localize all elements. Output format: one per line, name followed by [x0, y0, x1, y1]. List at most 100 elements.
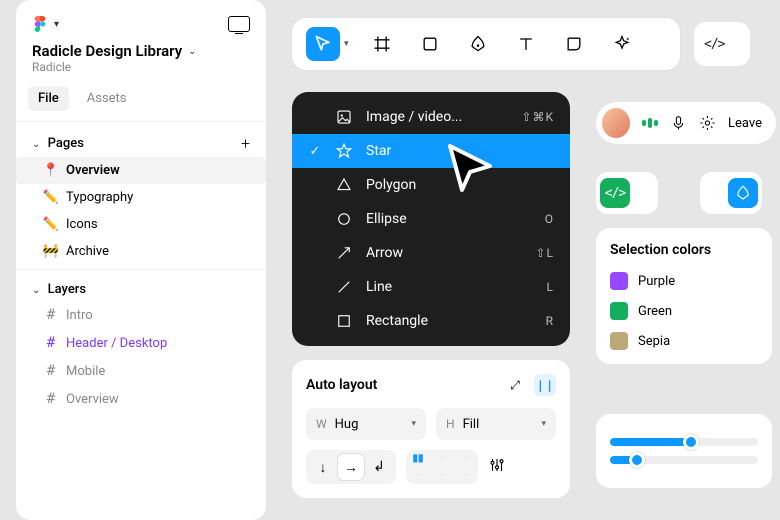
menu-item-rectangle[interactable]: ✓ Rectangle R [292, 304, 570, 338]
menu-shortcut: O [545, 212, 554, 226]
slider-fill [610, 438, 691, 446]
arrow-icon [334, 244, 354, 262]
color-name: Purple [638, 274, 675, 289]
menu-label: Polygon [366, 177, 542, 193]
slider[interactable] [610, 438, 758, 446]
layer-item[interactable]: # Overview [16, 385, 266, 413]
chat-icon [564, 34, 584, 54]
frame-tool[interactable] [365, 27, 399, 61]
page-label: Archive [66, 244, 109, 259]
menu-shortcut: R [546, 314, 554, 328]
leave-button[interactable]: Leave [728, 116, 762, 131]
menu-label: Arrow [366, 245, 523, 261]
layer-item[interactable]: # Mobile [16, 357, 266, 385]
menu-item-arrow[interactable]: ✓ Arrow ⇧L [292, 236, 570, 270]
direction-vertical[interactable]: ↓ [310, 454, 336, 480]
avatar[interactable] [602, 108, 630, 138]
alignment-grid[interactable]: ▮▮•• ••• [406, 450, 478, 484]
layer-label: Mobile [66, 364, 105, 379]
ellipse-icon [334, 210, 354, 228]
menu-label: Rectangle [366, 313, 534, 329]
menu-item-image[interactable]: ✓ Image / video... ⇧⌘K [292, 100, 570, 134]
menu-shortcut: ⇧⌘K [521, 110, 554, 124]
chevron-down-icon[interactable]: ⌄ [188, 46, 196, 57]
direction-wrap[interactable]: ↲ [366, 454, 392, 480]
direction-group: ↓ → ↲ [306, 450, 396, 484]
shape-dropdown: ✓ Image / video... ⇧⌘K ✓ Star ✓ Polygon … [292, 92, 570, 346]
height-select[interactable]: H Fill ▾ [436, 408, 556, 440]
selection-colors-panel: Selection colors Purple Green Sepia [596, 228, 772, 364]
page-item[interactable]: ✏️ Typography [16, 184, 266, 211]
height-value: Fill [463, 417, 480, 432]
menu-item-line[interactable]: ✓ Line L [292, 270, 570, 304]
add-page-button[interactable]: + [241, 134, 250, 153]
menu-shortcut: L [547, 280, 554, 294]
width-value: Hug [335, 417, 359, 432]
menu-item-polygon[interactable]: ✓ Polygon [292, 168, 570, 202]
dev-mode-chip[interactable]: </> [596, 172, 658, 214]
color-row[interactable]: Purple [610, 266, 758, 296]
star-icon [334, 142, 354, 160]
direction-horizontal[interactable]: → [338, 454, 364, 480]
page-item[interactable]: ✏️ Icons [16, 211, 266, 238]
chevron-down-icon[interactable]: ⌄ [32, 139, 40, 150]
microphone-icon[interactable] [670, 114, 687, 132]
layer-item[interactable]: # Header / Desktop [16, 329, 266, 357]
layer-label: Overview [66, 392, 119, 407]
page-item[interactable]: 📍 Overview [16, 157, 266, 184]
slider-knob[interactable] [683, 434, 699, 450]
comment-tool[interactable] [557, 27, 591, 61]
dev-mode-toggle[interactable]: </> [694, 22, 750, 66]
layers-heading: Layers [48, 282, 86, 297]
sparkle-icon [612, 34, 632, 54]
color-swatch [610, 302, 628, 320]
auto-layout-toggle[interactable]: ❘❘ [534, 374, 556, 396]
polygon-icon [334, 176, 354, 194]
tab-file[interactable]: File [28, 86, 69, 111]
color-swatch [610, 332, 628, 350]
present-icon[interactable] [228, 16, 250, 32]
text-icon [516, 34, 536, 54]
menu-item-ellipse[interactable]: ✓ Ellipse O [292, 202, 570, 236]
collapse-icon[interactable]: ⤢ [504, 374, 526, 396]
code-icon: </> [605, 186, 625, 201]
pen-tool[interactable] [461, 27, 495, 61]
pin-icon: 📍 [44, 163, 58, 178]
file-title[interactable]: Radicle Design Library [32, 42, 182, 60]
design-mode-chip[interactable] [700, 172, 762, 214]
team-name[interactable]: Radicle [16, 60, 266, 84]
gear-icon[interactable] [699, 114, 716, 132]
collab-bar: Leave [596, 102, 776, 144]
move-tool[interactable] [306, 27, 340, 61]
color-name: Green [638, 304, 672, 319]
menu-item-star[interactable]: ✓ Star [292, 134, 570, 168]
auto-layout-panel: Auto layout ⤢ ❘❘ W Hug ▾ H Fill ▾ ↓ → ↲ … [292, 360, 570, 498]
ai-tool[interactable] [605, 27, 639, 61]
sliders-icon[interactable] [488, 456, 506, 478]
page-label: Icons [66, 217, 98, 232]
color-row[interactable]: Sepia [610, 326, 758, 356]
width-select[interactable]: W Hug ▾ [306, 408, 426, 440]
layer-label: Header / Desktop [66, 336, 167, 351]
chevron-down-icon[interactable]: ⌄ [32, 285, 40, 296]
pencil-icon: ✏️ [44, 217, 58, 232]
slider[interactable] [610, 456, 758, 464]
page-item[interactable]: 🚧 Archive [16, 238, 266, 265]
color-row[interactable]: Green [610, 296, 758, 326]
slider-knob[interactable] [629, 452, 645, 468]
chevron-down-icon: ▾ [411, 419, 416, 429]
left-sidebar: ▾ Radicle Design Library ⌄ Radicle File … [16, 0, 266, 520]
sliders-panel [596, 414, 772, 488]
audio-indicator [642, 118, 658, 128]
chevron-down-icon[interactable]: ▾ [344, 39, 349, 49]
panel-title: Selection colors [610, 242, 758, 258]
text-tool[interactable] [509, 27, 543, 61]
construction-icon: 🚧 [44, 244, 58, 259]
layer-item[interactable]: # Intro [16, 301, 266, 329]
app-menu[interactable]: ▾ [32, 16, 59, 32]
panel-title: Auto layout [306, 377, 377, 393]
chevron-down-icon: ▾ [54, 19, 59, 30]
rectangle-tool[interactable] [413, 27, 447, 61]
menu-label: Ellipse [366, 211, 533, 227]
tab-assets[interactable]: Assets [77, 86, 137, 111]
